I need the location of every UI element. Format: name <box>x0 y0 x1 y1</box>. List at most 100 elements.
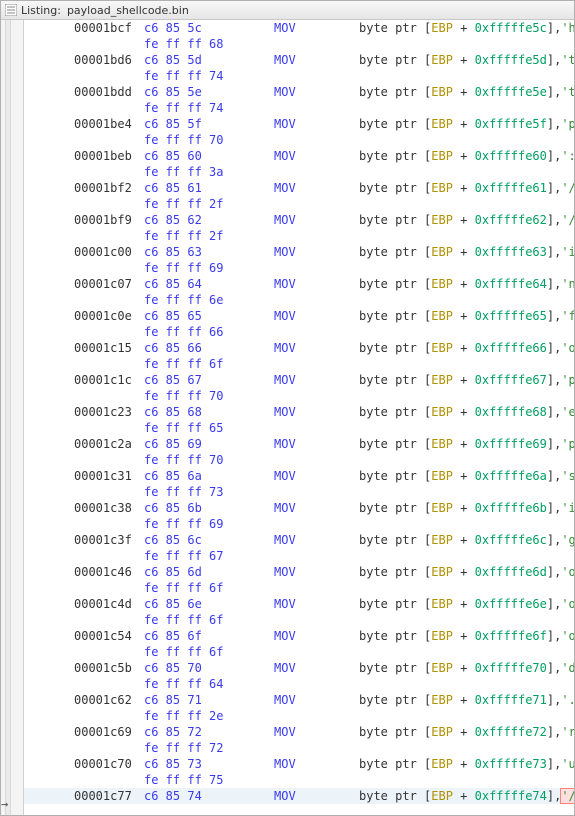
operand-prefix: byte ptr [ <box>359 469 431 483</box>
hex-bytes: c6 85 68 <box>144 404 202 420</box>
operand: byte ptr [EBP + 0xfffffe63],'i' <box>359 244 574 260</box>
asm-row-cont[interactable]: fe ff ff 6f <box>24 356 574 372</box>
asm-row[interactable]: 00001c69c6 85 72MOVbyte ptr [EBP + 0xfff… <box>24 724 574 740</box>
register: EBP <box>431 661 453 675</box>
asm-row-cont[interactable]: fe ff ff 6e <box>24 292 574 308</box>
char-literal: 'r' <box>561 725 574 739</box>
operand-prefix: byte ptr [ <box>359 693 431 707</box>
asm-row[interactable]: 00001c00c6 85 63MOVbyte ptr [EBP + 0xfff… <box>24 244 574 260</box>
asm-row[interactable]: 00001c0ec6 85 65MOVbyte ptr [EBP + 0xfff… <box>24 308 574 324</box>
asm-row[interactable]: 00001c07c6 85 64MOVbyte ptr [EBP + 0xfff… <box>24 276 574 292</box>
offset: 0xfffffe68 <box>475 405 547 419</box>
hex-bytes: c6 85 6d <box>144 564 202 580</box>
operand: byte ptr [EBP + 0xfffffe60],':' <box>359 148 574 164</box>
hex-bytes: fe ff ff 72 <box>144 740 223 756</box>
hex-bytes: fe ff ff 66 <box>144 324 223 340</box>
register: EBP <box>431 533 453 547</box>
mnemonic: MOV <box>274 692 296 708</box>
asm-row[interactable]: 00001bd6c6 85 5dMOVbyte ptr [EBP + 0xfff… <box>24 52 574 68</box>
char-literal: '/' <box>560 788 574 804</box>
hex-bytes: fe ff ff 3a <box>144 164 223 180</box>
asm-row-cont[interactable]: fe ff ff 64 <box>24 676 574 692</box>
hex-bytes: fe ff ff 75 <box>144 772 223 788</box>
asm-row-cont[interactable]: fe ff ff 3a <box>24 164 574 180</box>
asm-row[interactable]: 00001c77c6 85 74MOVbyte ptr [EBP + 0xfff… <box>24 788 574 804</box>
register: EBP <box>431 85 453 99</box>
operand-prefix: byte ptr [ <box>359 181 431 195</box>
char-literal: 'o' <box>561 597 574 611</box>
asm-row-cont[interactable]: fe ff ff 74 <box>24 68 574 84</box>
asm-row-cont[interactable]: fe ff ff 69 <box>24 260 574 276</box>
asm-row-cont[interactable]: fe ff ff 6f <box>24 612 574 628</box>
asm-row-cont[interactable]: fe ff ff 65 <box>24 420 574 436</box>
hex-bytes: fe ff ff 6f <box>144 644 223 660</box>
register: EBP <box>431 725 453 739</box>
asm-row-cont[interactable]: fe ff ff 70 <box>24 388 574 404</box>
hex-bytes: c6 85 63 <box>144 244 202 260</box>
asm-row[interactable]: 00001bddc6 85 5eMOVbyte ptr [EBP + 0xfff… <box>24 84 574 100</box>
asm-row[interactable]: 00001c31c6 85 6aMOVbyte ptr [EBP + 0xfff… <box>24 468 574 484</box>
char-literal: 'p' <box>561 437 574 451</box>
register: EBP <box>431 245 453 259</box>
asm-row-cont[interactable]: fe ff ff 74 <box>24 100 574 116</box>
asm-row-cont[interactable]: fe ff ff 66 <box>24 324 574 340</box>
asm-row-cont[interactable]: fe ff ff 2f <box>24 196 574 212</box>
asm-row-cont[interactable]: fe ff ff 70 <box>24 452 574 468</box>
arrow-icon: → <box>1 797 8 811</box>
offset: 0xfffffe5e <box>475 85 547 99</box>
asm-row-cont[interactable]: fe ff ff 2e <box>24 708 574 724</box>
asm-row[interactable]: 00001c62c6 85 71MOVbyte ptr [EBP + 0xfff… <box>24 692 574 708</box>
char-literal: 'h' <box>561 21 574 35</box>
hex-bytes: c6 85 5f <box>144 116 202 132</box>
asm-row-cont[interactable]: fe ff ff 70 <box>24 132 574 148</box>
asm-row[interactable]: 00001c1cc6 85 67MOVbyte ptr [EBP + 0xfff… <box>24 372 574 388</box>
operand-prefix: byte ptr [ <box>359 437 431 451</box>
hex-bytes: fe ff ff 69 <box>144 260 223 276</box>
hex-bytes: c6 85 5d <box>144 52 202 68</box>
hex-bytes: fe ff ff 67 <box>144 548 223 564</box>
asm-row[interactable]: 00001c70c6 85 73MOVbyte ptr [EBP + 0xfff… <box>24 756 574 772</box>
offset: 0xfffffe6e <box>475 597 547 611</box>
hex-bytes: fe ff ff 2f <box>144 196 223 212</box>
gutter[interactable]: → <box>1 20 24 815</box>
char-literal: 'p' <box>561 373 574 387</box>
code-area[interactable]: 00001bcfc6 85 5cMOVbyte ptr [EBP + 0xfff… <box>24 20 574 815</box>
asm-row[interactable]: 00001c2ac6 85 69MOVbyte ptr [EBP + 0xfff… <box>24 436 574 452</box>
asm-row[interactable]: 00001c54c6 85 6fMOVbyte ptr [EBP + 0xfff… <box>24 628 574 644</box>
offset: 0xfffffe74 <box>475 789 547 803</box>
hex-bytes: c6 85 5c <box>144 20 202 36</box>
address: 00001c2a <box>74 436 132 452</box>
mnemonic: MOV <box>274 500 296 516</box>
hex-bytes: fe ff ff 73 <box>144 484 223 500</box>
asm-row-cont[interactable]: fe ff ff 69 <box>24 516 574 532</box>
address: 00001c70 <box>74 756 132 772</box>
asm-row[interactable]: 00001c4dc6 85 6eMOVbyte ptr [EBP + 0xfff… <box>24 596 574 612</box>
asm-row-cont[interactable]: fe ff ff 73 <box>24 484 574 500</box>
asm-row-cont[interactable]: fe ff ff 72 <box>24 740 574 756</box>
titlebar[interactable]: Listing: payload_shellcode.bin <box>1 1 574 20</box>
asm-row[interactable]: 00001c15c6 85 66MOVbyte ptr [EBP + 0xfff… <box>24 340 574 356</box>
asm-row-cont[interactable]: fe ff ff 6f <box>24 580 574 596</box>
asm-row[interactable]: 00001c5bc6 85 70MOVbyte ptr [EBP + 0xfff… <box>24 660 574 676</box>
asm-row-cont[interactable]: fe ff ff 68 <box>24 36 574 52</box>
asm-row[interactable]: 00001c3fc6 85 6cMOVbyte ptr [EBP + 0xfff… <box>24 532 574 548</box>
hex-bytes: fe ff ff 65 <box>144 420 223 436</box>
operand: byte ptr [EBP + 0xfffffe5d],'t' <box>359 52 574 68</box>
asm-row[interactable]: 00001bebc6 85 60MOVbyte ptr [EBP + 0xfff… <box>24 148 574 164</box>
asm-row[interactable]: 00001bcfc6 85 5cMOVbyte ptr [EBP + 0xfff… <box>24 20 574 36</box>
asm-row-cont[interactable]: fe ff ff 2f <box>24 228 574 244</box>
asm-row[interactable]: 00001c38c6 85 6bMOVbyte ptr [EBP + 0xfff… <box>24 500 574 516</box>
asm-row[interactable]: 00001c23c6 85 68MOVbyte ptr [EBP + 0xfff… <box>24 404 574 420</box>
hex-bytes: fe ff ff 70 <box>144 132 223 148</box>
asm-row[interactable]: 00001c46c6 85 6dMOVbyte ptr [EBP + 0xfff… <box>24 564 574 580</box>
asm-row-cont[interactable]: fe ff ff 75 <box>24 772 574 788</box>
asm-row[interactable]: 00001bf2c6 85 61MOVbyte ptr [EBP + 0xfff… <box>24 180 574 196</box>
asm-row-cont[interactable]: fe ff ff 6f <box>24 644 574 660</box>
operand: byte ptr [EBP + 0xfffffe67],'p' <box>359 372 574 388</box>
char-literal: ':' <box>561 149 574 163</box>
asm-row[interactable]: 00001bf9c6 85 62MOVbyte ptr [EBP + 0xfff… <box>24 212 574 228</box>
asm-row[interactable]: 00001be4c6 85 5fMOVbyte ptr [EBP + 0xfff… <box>24 116 574 132</box>
asm-row-cont[interactable]: fe ff ff 67 <box>24 548 574 564</box>
offset: 0xfffffe6a <box>475 469 547 483</box>
operand-prefix: byte ptr [ <box>359 565 431 579</box>
